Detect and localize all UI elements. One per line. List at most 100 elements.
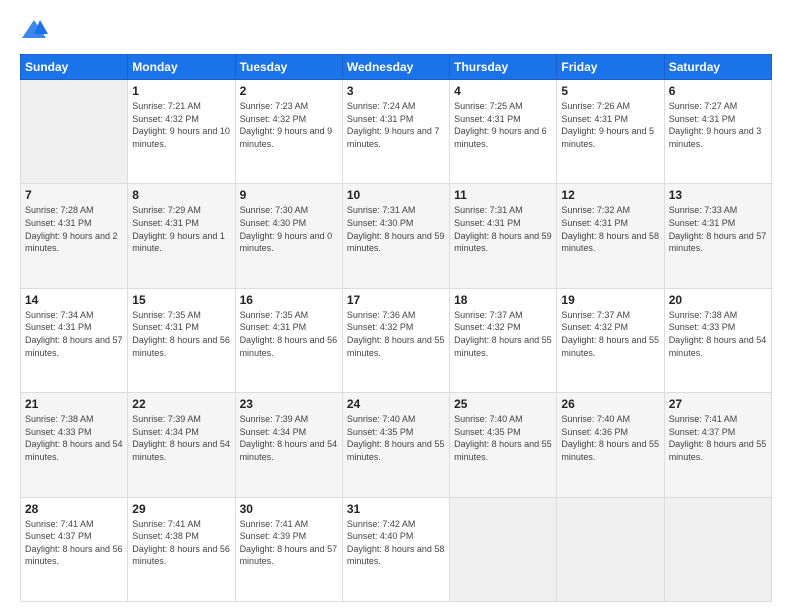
weekday-header-wednesday: Wednesday	[342, 55, 449, 80]
day-info: Sunrise: 7:28 AMSunset: 4:31 PMDaylight:…	[25, 204, 123, 254]
calendar-cell: 12Sunrise: 7:32 AMSunset: 4:31 PMDayligh…	[557, 184, 664, 288]
day-number: 6	[669, 84, 767, 98]
weekday-header-row: SundayMondayTuesdayWednesdayThursdayFrid…	[21, 55, 772, 80]
calendar-cell: 18 Sunrise: 7:37 AMSunset: 4:32 PMDayligh…	[450, 288, 557, 392]
calendar-cell: 21 Sunrise: 7:38 AMSunset: 4:33 PMDayligh…	[21, 393, 128, 497]
calendar-cell: 13Sunrise: 7:33 AMSunset: 4:31 PMDayligh…	[664, 184, 771, 288]
day-number: 28	[25, 502, 123, 516]
calendar-cell: 26Sunrise: 7:40 AMSunset: 4:36 PMDayligh…	[557, 393, 664, 497]
calendar-cell: 20 Sunrise: 7:38 AMSunset: 4:33 PMDayligh…	[664, 288, 771, 392]
calendar-cell: 8 Sunrise: 7:29 AMSunset: 4:31 PMDaylight…	[128, 184, 235, 288]
day-info: Sunrise: 7:34 AMSunset: 4:31 PMDaylight:…	[25, 309, 123, 359]
day-info: Sunrise: 7:24 AMSunset: 4:31 PMDaylight:…	[347, 100, 445, 150]
day-info: Sunrise: 7:40 AMSunset: 4:36 PMDaylight:…	[561, 413, 659, 463]
calendar-cell: 4 Sunrise: 7:25 AMSunset: 4:31 PMDaylight…	[450, 80, 557, 184]
day-info: Sunrise: 7:35 AMSunset: 4:31 PMDaylight:…	[240, 309, 338, 359]
calendar-cell: 11 Sunrise: 7:31 AMSunset: 4:31 PMDayligh…	[450, 184, 557, 288]
day-number: 15	[132, 293, 230, 307]
calendar-cell: 27 Sunrise: 7:41 AMSunset: 4:37 PMDayligh…	[664, 393, 771, 497]
day-number: 7	[25, 188, 123, 202]
logo-icon	[20, 16, 48, 44]
calendar-cell: 5Sunrise: 7:26 AMSunset: 4:31 PMDaylight…	[557, 80, 664, 184]
calendar-cell: 29 Sunrise: 7:41 AMSunset: 4:38 PMDayligh…	[128, 497, 235, 601]
day-number: 21	[25, 397, 123, 411]
calendar-cell: 2 Sunrise: 7:23 AMSunset: 4:32 PMDaylight…	[235, 80, 342, 184]
day-info: Sunrise: 7:38 AMSunset: 4:33 PMDaylight:…	[669, 309, 767, 359]
calendar-cell: 6Sunrise: 7:27 AMSunset: 4:31 PMDaylight…	[664, 80, 771, 184]
calendar-cell	[557, 497, 664, 601]
day-info: Sunrise: 7:42 AMSunset: 4:40 PMDaylight:…	[347, 518, 445, 568]
day-number: 12	[561, 188, 659, 202]
weekday-header-sunday: Sunday	[21, 55, 128, 80]
day-number: 22	[132, 397, 230, 411]
calendar-cell: 14 Sunrise: 7:34 AMSunset: 4:31 PMDayligh…	[21, 288, 128, 392]
day-number: 17	[347, 293, 445, 307]
day-info: Sunrise: 7:38 AMSunset: 4:33 PMDaylight:…	[25, 413, 123, 463]
day-number: 18	[454, 293, 552, 307]
calendar-cell: 30 Sunrise: 7:41 AMSunset: 4:39 PMDayligh…	[235, 497, 342, 601]
day-number: 29	[132, 502, 230, 516]
logo	[20, 16, 52, 44]
day-info: Sunrise: 7:21 AMSunset: 4:32 PMDaylight:…	[132, 100, 230, 150]
day-number: 30	[240, 502, 338, 516]
calendar-cell: 23 Sunrise: 7:39 AMSunset: 4:34 PMDayligh…	[235, 393, 342, 497]
day-number: 1	[132, 84, 230, 98]
weekday-header-monday: Monday	[128, 55, 235, 80]
day-number: 3	[347, 84, 445, 98]
day-info: Sunrise: 7:31 AMSunset: 4:30 PMDaylight:…	[347, 204, 445, 254]
calendar-week-row: 1 Sunrise: 7:21 AMSunset: 4:32 PMDaylight…	[21, 80, 772, 184]
calendar-cell	[450, 497, 557, 601]
calendar-cell: 31 Sunrise: 7:42 AMSunset: 4:40 PMDayligh…	[342, 497, 449, 601]
calendar-cell: 7 Sunrise: 7:28 AMSunset: 4:31 PMDaylight…	[21, 184, 128, 288]
calendar-cell: 15 Sunrise: 7:35 AMSunset: 4:31 PMDayligh…	[128, 288, 235, 392]
day-number: 11	[454, 188, 552, 202]
calendar-cell	[21, 80, 128, 184]
day-info: Sunrise: 7:30 AMSunset: 4:30 PMDaylight:…	[240, 204, 338, 254]
weekday-header-thursday: Thursday	[450, 55, 557, 80]
day-info: Sunrise: 7:23 AMSunset: 4:32 PMDaylight:…	[240, 100, 338, 150]
day-info: Sunrise: 7:37 AMSunset: 4:32 PMDaylight:…	[454, 309, 552, 359]
day-number: 9	[240, 188, 338, 202]
day-number: 14	[25, 293, 123, 307]
day-info: Sunrise: 7:41 AMSunset: 4:37 PMDaylight:…	[25, 518, 123, 568]
day-info: Sunrise: 7:40 AMSunset: 4:35 PMDaylight:…	[454, 413, 552, 463]
day-number: 31	[347, 502, 445, 516]
calendar-cell: 10 Sunrise: 7:31 AMSunset: 4:30 PMDayligh…	[342, 184, 449, 288]
day-info: Sunrise: 7:39 AMSunset: 4:34 PMDaylight:…	[132, 413, 230, 463]
day-info: Sunrise: 7:25 AMSunset: 4:31 PMDaylight:…	[454, 100, 552, 150]
day-info: Sunrise: 7:29 AMSunset: 4:31 PMDaylight:…	[132, 204, 230, 254]
day-number: 27	[669, 397, 767, 411]
day-number: 24	[347, 397, 445, 411]
calendar-week-row: 14 Sunrise: 7:34 AMSunset: 4:31 PMDayligh…	[21, 288, 772, 392]
calendar-week-row: 21 Sunrise: 7:38 AMSunset: 4:33 PMDayligh…	[21, 393, 772, 497]
day-number: 8	[132, 188, 230, 202]
day-number: 19	[561, 293, 659, 307]
day-info: Sunrise: 7:39 AMSunset: 4:34 PMDaylight:…	[240, 413, 338, 463]
day-info: Sunrise: 7:41 AMSunset: 4:37 PMDaylight:…	[669, 413, 767, 463]
day-info: Sunrise: 7:31 AMSunset: 4:31 PMDaylight:…	[454, 204, 552, 254]
day-number: 20	[669, 293, 767, 307]
day-number: 23	[240, 397, 338, 411]
calendar-cell: 28 Sunrise: 7:41 AMSunset: 4:37 PMDayligh…	[21, 497, 128, 601]
header	[20, 16, 772, 44]
day-info: Sunrise: 7:41 AMSunset: 4:38 PMDaylight:…	[132, 518, 230, 568]
day-number: 10	[347, 188, 445, 202]
calendar-cell: 22 Sunrise: 7:39 AMSunset: 4:34 PMDayligh…	[128, 393, 235, 497]
calendar-cell: 24 Sunrise: 7:40 AMSunset: 4:35 PMDayligh…	[342, 393, 449, 497]
day-info: Sunrise: 7:26 AMSunset: 4:31 PMDaylight:…	[561, 100, 659, 150]
day-number: 4	[454, 84, 552, 98]
day-number: 25	[454, 397, 552, 411]
day-info: Sunrise: 7:36 AMSunset: 4:32 PMDaylight:…	[347, 309, 445, 359]
day-number: 2	[240, 84, 338, 98]
calendar-week-row: 7 Sunrise: 7:28 AMSunset: 4:31 PMDaylight…	[21, 184, 772, 288]
day-info: Sunrise: 7:35 AMSunset: 4:31 PMDaylight:…	[132, 309, 230, 359]
calendar-cell: 9 Sunrise: 7:30 AMSunset: 4:30 PMDaylight…	[235, 184, 342, 288]
page: SundayMondayTuesdayWednesdayThursdayFrid…	[0, 0, 792, 612]
calendar-week-row: 28 Sunrise: 7:41 AMSunset: 4:37 PMDayligh…	[21, 497, 772, 601]
calendar-cell: 16Sunrise: 7:35 AMSunset: 4:31 PMDayligh…	[235, 288, 342, 392]
weekday-header-saturday: Saturday	[664, 55, 771, 80]
calendar-cell: 17 Sunrise: 7:36 AMSunset: 4:32 PMDayligh…	[342, 288, 449, 392]
day-info: Sunrise: 7:40 AMSunset: 4:35 PMDaylight:…	[347, 413, 445, 463]
day-number: 13	[669, 188, 767, 202]
day-info: Sunrise: 7:41 AMSunset: 4:39 PMDaylight:…	[240, 518, 338, 568]
